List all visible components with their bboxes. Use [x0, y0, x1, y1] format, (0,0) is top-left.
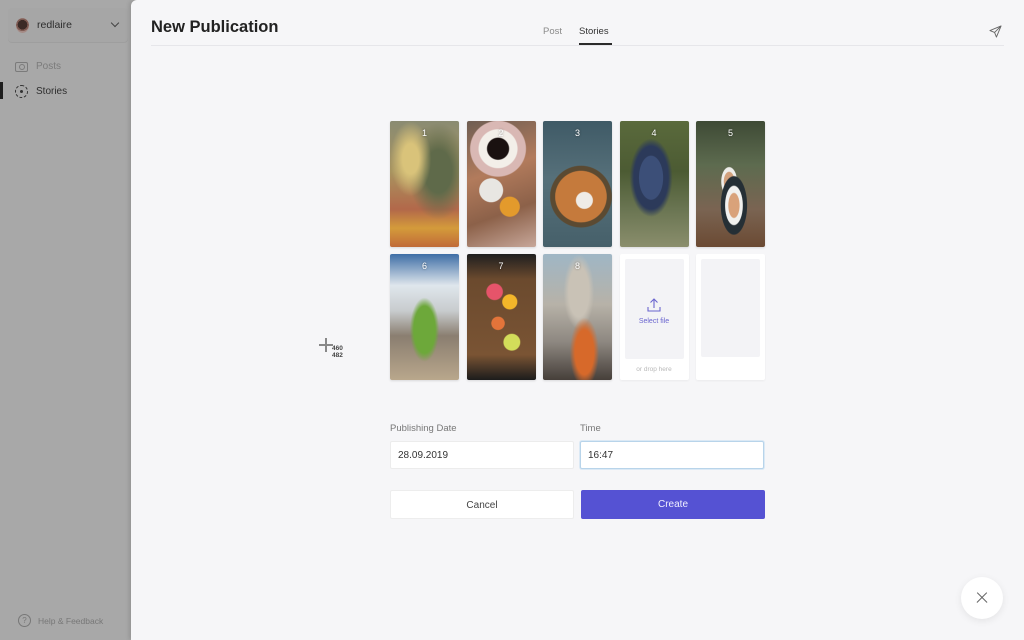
time-input[interactable]	[580, 441, 764, 469]
tab-stories[interactable]: Stories	[579, 26, 609, 37]
crosshair-cursor-icon	[319, 338, 333, 352]
new-publication-panel: New Publication Post Stories 1 2 3 4 5 6…	[131, 0, 1024, 640]
help-icon: ?	[18, 614, 31, 627]
story-number: 8	[574, 261, 580, 271]
upload-icon	[647, 298, 661, 312]
select-file-label[interactable]: Select file	[625, 318, 684, 325]
sidebar-item-label: Posts	[36, 60, 62, 72]
account-switcher[interactable]: redlaire	[8, 8, 128, 42]
story-tile[interactable]: 4	[619, 121, 689, 247]
help-label: Help & Feedback	[38, 615, 104, 626]
story-tile[interactable]: 1	[390, 121, 459, 247]
story-tile[interactable]: 7	[466, 254, 536, 380]
sidebar: redlaire Posts Stories ? Help & Feedback	[0, 0, 131, 640]
page-title: New Publication	[151, 18, 279, 36]
cursor-y: 482	[332, 352, 343, 359]
publishing-date-label: Publishing Date	[390, 423, 457, 434]
story-number: 7	[498, 261, 504, 271]
story-number: 3	[574, 128, 580, 138]
story-tile[interactable]: 3	[543, 121, 612, 247]
chevron-down-icon	[110, 18, 120, 28]
story-tile[interactable]: 5	[696, 121, 765, 247]
story-number: 5	[727, 128, 733, 138]
story-number: 4	[651, 128, 657, 138]
close-button[interactable]	[961, 577, 1003, 619]
stories-icon	[15, 84, 28, 98]
story-number: 1	[421, 128, 427, 138]
send-icon[interactable]	[989, 25, 1002, 38]
story-tile[interactable]: 6	[390, 254, 459, 380]
story-number: 6	[421, 261, 427, 271]
empty-story-slot	[696, 254, 765, 380]
create-button[interactable]: Create	[581, 490, 765, 519]
story-tile[interactable]: 8	[543, 254, 612, 380]
cursor-coordinates: 460 482	[332, 345, 343, 359]
sidebar-item-posts[interactable]: Posts	[0, 56, 131, 76]
help-feedback-link[interactable]: ? Help & Feedback	[18, 614, 103, 627]
avatar	[16, 17, 29, 33]
story-grid: 1 2 3 4 5 6 7 8 Select file or drop here	[390, 121, 765, 380]
story-number: 2	[498, 128, 504, 138]
cursor-x: 460	[332, 345, 343, 352]
story-tile[interactable]: 2	[466, 121, 536, 247]
header-divider	[151, 45, 1004, 46]
drop-here-label: or drop here	[636, 366, 672, 373]
publishing-date-input[interactable]	[390, 441, 574, 469]
cancel-button[interactable]: Cancel	[390, 490, 574, 519]
upload-dropzone[interactable]: Select file or drop here	[619, 254, 689, 380]
camera-icon	[15, 60, 28, 73]
tab-post[interactable]: Post	[543, 26, 562, 37]
empty-slot-placeholder	[701, 259, 760, 357]
sidebar-item-stories[interactable]: Stories	[0, 81, 131, 101]
select-file-area[interactable]: Select file	[624, 259, 684, 359]
sidebar-item-label: Stories	[36, 85, 68, 97]
account-name: redlaire	[37, 19, 73, 31]
time-label: Time	[580, 423, 601, 434]
